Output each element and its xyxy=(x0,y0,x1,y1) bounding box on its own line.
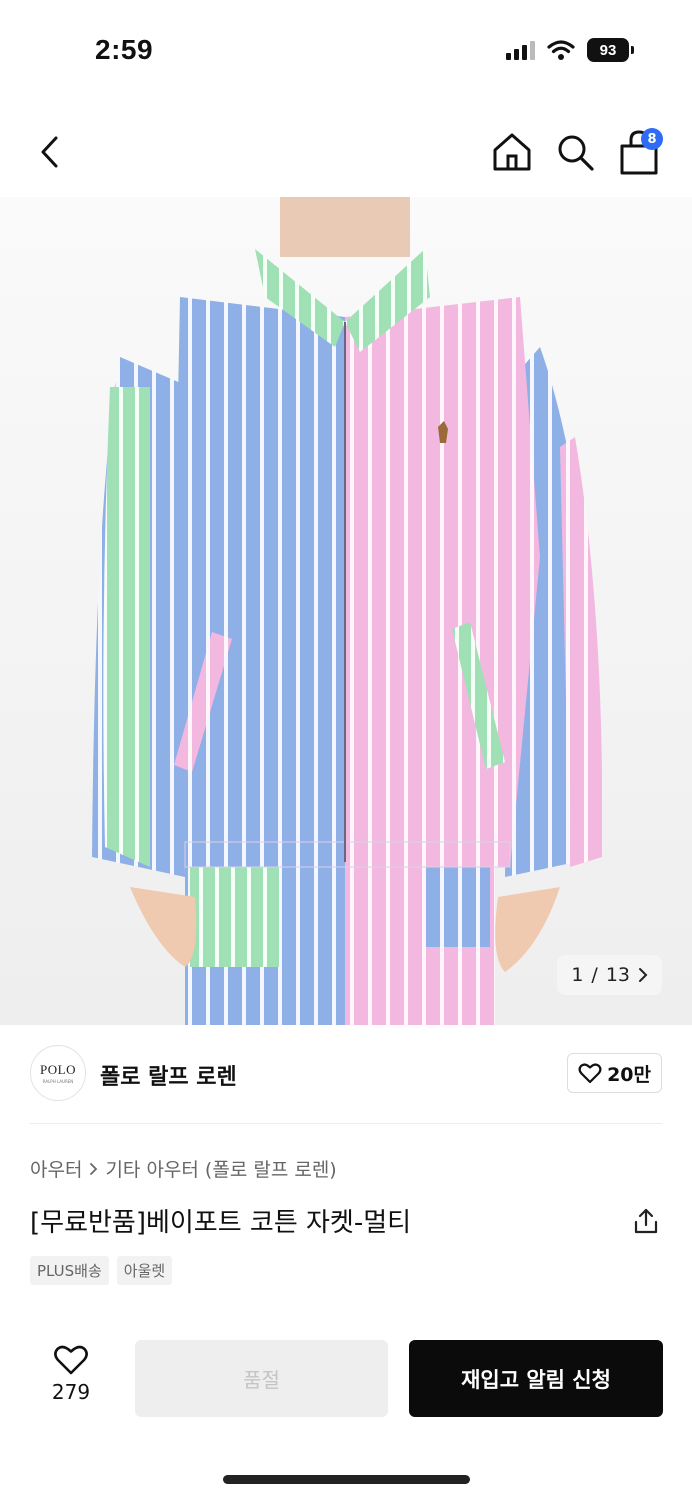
cart-badge: 8 xyxy=(641,128,663,150)
chevron-right-icon xyxy=(90,1162,98,1175)
search-icon xyxy=(558,135,594,171)
cart-button[interactable]: 8 xyxy=(617,128,663,176)
back-icon xyxy=(41,136,58,168)
breadcrumb: 아우터 기타 아우터 (폴로 랄프 로렌) xyxy=(30,1155,337,1182)
product-image[interactable]: 1 / 13 xyxy=(0,197,692,1025)
brand-like-count: 20만 xyxy=(607,1063,651,1086)
share-button[interactable] xyxy=(630,1205,662,1237)
home-indicator xyxy=(223,1475,470,1484)
share-icon xyxy=(634,1208,658,1234)
image-counter-sep: / xyxy=(591,964,598,986)
brand-logo-subtext: RALPH LAUREN xyxy=(42,1079,74,1084)
battery-icon: 93 xyxy=(587,38,634,62)
brand-logo[interactable]: POLO RALPH LAUREN xyxy=(30,1045,86,1101)
brand-row: POLO RALPH LAUREN 폴로 랄프 로렌 20만 xyxy=(30,1045,662,1105)
wishlist-count: 279 xyxy=(51,1380,91,1404)
divider xyxy=(30,1123,662,1124)
restock-alert-button[interactable]: 재입고 알림 신청 xyxy=(409,1340,663,1417)
status-time: 2:59 xyxy=(95,34,154,65)
search-button[interactable] xyxy=(553,130,597,174)
chevron-right-icon xyxy=(639,968,648,982)
signal-icon xyxy=(506,40,535,60)
breadcrumb-item[interactable]: 아우터 xyxy=(30,1155,82,1182)
product-title: [무료반품]베이포트 코튼 자켓-멀티 xyxy=(30,1208,412,1238)
brand-like-button[interactable]: 20만 xyxy=(567,1053,662,1093)
image-counter-current: 1 xyxy=(571,964,584,986)
home-button[interactable] xyxy=(490,130,534,174)
wifi-icon xyxy=(547,40,575,60)
top-nav: 8 xyxy=(0,110,692,190)
status-bar: 2:59 93 xyxy=(0,0,692,100)
image-counter-total: 13 xyxy=(605,964,630,986)
brand-logo-text: POLO xyxy=(40,1062,76,1077)
brand-name[interactable]: 폴로 랄프 로렌 xyxy=(100,1059,237,1091)
tag-plus-delivery: PLUS배송 xyxy=(30,1256,109,1285)
product-photo xyxy=(92,197,603,1025)
breadcrumb-item[interactable]: 기타 아우터 (폴로 랄프 로렌) xyxy=(105,1155,336,1182)
battery-level: 93 xyxy=(587,38,629,62)
wishlist-button[interactable]: 279 xyxy=(40,1344,102,1404)
back-button[interactable] xyxy=(30,130,70,174)
rating-peek xyxy=(30,1313,230,1321)
product-tags: PLUS배송 아울렛 xyxy=(30,1256,173,1285)
bottom-action-bar: 279 품절 재입고 알림 신청 xyxy=(0,1322,692,1432)
home-icon xyxy=(493,133,531,171)
status-icons: 93 xyxy=(506,38,634,62)
soldout-button: 품절 xyxy=(135,1340,388,1417)
tag-outlet: 아울렛 xyxy=(116,1256,173,1285)
heart-outline-icon xyxy=(54,1345,88,1375)
image-counter[interactable]: 1 / 13 xyxy=(557,955,662,995)
heart-outline-icon xyxy=(578,1063,602,1084)
